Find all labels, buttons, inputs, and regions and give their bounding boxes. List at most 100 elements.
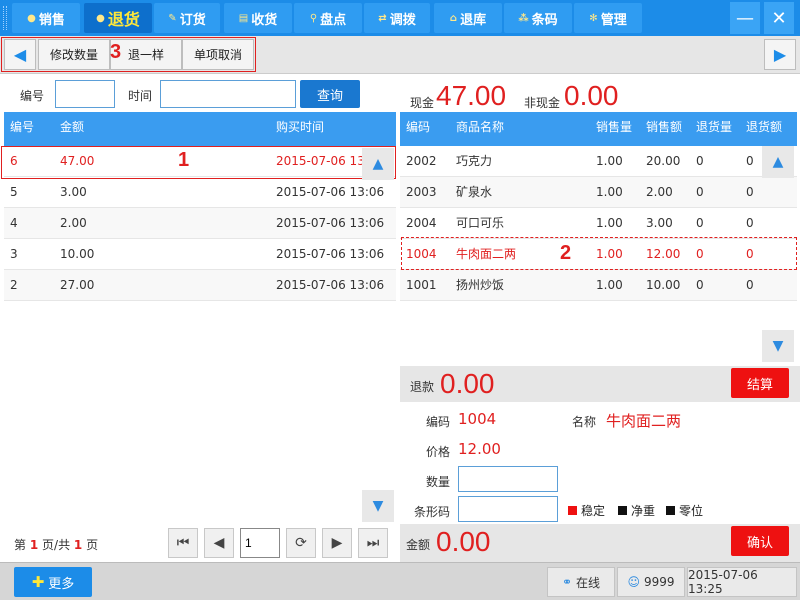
noncash-label: 非现金 xyxy=(524,96,561,110)
sale-icon: ● xyxy=(27,12,36,24)
marker-1: 1 xyxy=(178,149,190,171)
items-header: 编码 商品名称 销售量 销售额 退货量 退货额 xyxy=(400,112,797,146)
pager: 第 1 页/共 1 页 ⏮ ◀ ⟳ ▶ ⏭ xyxy=(4,522,396,562)
refresh-button[interactable]: ⟳ xyxy=(286,528,316,558)
nav-receive[interactable]: ▤ 收货 xyxy=(224,3,292,33)
nav-manage[interactable]: ✻ 管理 xyxy=(574,3,642,33)
first-page-icon: ⏮ xyxy=(176,535,190,551)
triangle-up-icon: ▲ xyxy=(772,154,784,170)
more-button[interactable]: ✚ 更多 xyxy=(14,567,92,597)
receive-icon: ▤ xyxy=(238,12,249,24)
legend-stable: 稳定 xyxy=(568,502,605,519)
page-input[interactable] xyxy=(240,528,280,558)
amount-value: 0.00 xyxy=(436,526,491,557)
col-name: 商品名称 xyxy=(456,120,505,134)
prev-page-button[interactable]: ◀ xyxy=(204,528,234,558)
confirm-button[interactable]: 确认 xyxy=(731,526,789,556)
marker-2: 2 xyxy=(560,242,572,264)
col-return-amount: 退货额 xyxy=(746,120,783,134)
selected-item-highlight xyxy=(401,237,797,270)
nav-grip xyxy=(3,6,7,30)
time-input[interactable] xyxy=(160,80,296,108)
cash-label: 现金 xyxy=(410,96,435,110)
refund-label: 退款 xyxy=(410,380,435,394)
nav-return[interactable]: ● 退货 xyxy=(84,3,152,33)
nav-transfer[interactable]: ⇄ 调拨 xyxy=(364,3,430,33)
legend-net-weight: 净重 xyxy=(618,502,655,519)
table-row[interactable]: 1001 扬州炒饭 1.00 10.00 0 0 xyxy=(400,270,797,301)
return-icon: ● xyxy=(96,12,105,24)
code-value: 1004 xyxy=(458,410,497,428)
table-row[interactable]: 2 27.00 2015-07-06 13:06 xyxy=(4,270,396,301)
first-page-button[interactable]: ⏮ xyxy=(168,528,198,558)
price-label: 价格 xyxy=(426,445,451,459)
qty-input[interactable] xyxy=(458,466,558,492)
online-status[interactable]: ⚭ 在线 xyxy=(547,567,615,597)
next-page-icon: ▶ xyxy=(331,535,343,551)
table-row[interactable]: 2003 矿泉水 1.00 2.00 0 0 xyxy=(400,177,797,208)
order-icon: ✎ xyxy=(168,12,177,24)
inventory-icon: ⚲ xyxy=(309,12,318,24)
nav-stock-return[interactable]: ⌂ 退库 xyxy=(434,3,502,33)
table-row[interactable]: 2004 可口可乐 1.00 3.00 0 0 xyxy=(400,208,797,239)
gear-icon: ✻ xyxy=(589,12,598,24)
col-id: 编号 xyxy=(10,120,35,134)
col-time: 购买时间 xyxy=(276,120,325,134)
query-button[interactable]: 查询 xyxy=(300,80,360,108)
code-label: 编码 xyxy=(426,415,451,429)
nav-order[interactable]: ✎ 订货 xyxy=(154,3,220,33)
barcode-icon: ⁂ xyxy=(518,12,529,24)
table-row[interactable]: 4 2.00 2015-07-06 13:06 xyxy=(4,208,396,239)
next-page-button[interactable]: ▶ xyxy=(322,528,352,558)
minimize-button[interactable]: — xyxy=(730,2,760,34)
col-return-qty: 退货量 xyxy=(696,120,733,134)
table-row[interactable]: 5 3.00 2015-07-06 13:06 xyxy=(4,177,396,208)
name-value: 牛肉面二两 xyxy=(606,412,682,430)
nav-barcode[interactable]: ⁂ 条码 xyxy=(504,3,572,33)
noncash-value: 0.00 xyxy=(564,80,619,111)
plus-icon: ✚ xyxy=(31,573,45,591)
triangle-right-icon: ▶ xyxy=(773,45,787,64)
order-panel: 编号 时间 查询 编号 金额 购买时间 6 47.00 2015-07-06 1… xyxy=(1,78,396,562)
toolbar-next-button[interactable]: ▶ xyxy=(764,39,796,70)
items-scroll-down-button[interactable]: ▼ xyxy=(762,330,794,362)
last-page-button[interactable]: ⏭ xyxy=(358,528,388,558)
orders-scroll-down-button[interactable]: ▼ xyxy=(362,490,394,522)
refund-bar: 退款 0.00 结算 xyxy=(400,366,800,402)
items-scroll-up-button[interactable]: ▲ xyxy=(762,146,794,178)
id-input[interactable] xyxy=(55,80,115,108)
toolbar: ◀ 修改数量 退一样 单项取消 3 ▶ xyxy=(0,36,800,74)
transfer-icon: ⇄ xyxy=(378,12,387,24)
datetime-status: 2015-07-06 13:25 xyxy=(687,567,797,597)
orders-scroll-up-button[interactable]: ▲ xyxy=(362,148,394,180)
return-detail-panel: 现金 47.00 非现金 0.00 编码 商品名称 销售量 销售额 退货量 退货… xyxy=(400,78,800,562)
amount-bar: 金额 0.00 确认 xyxy=(400,524,800,562)
user-status[interactable]: ☺ 9999 xyxy=(617,567,685,597)
search-row: 编号 时间 查询 xyxy=(4,78,396,112)
cash-value: 47.00 xyxy=(436,80,507,111)
table-row[interactable]: 3 10.00 2015-07-06 13:06 xyxy=(4,239,396,270)
col-code: 编码 xyxy=(406,120,431,134)
stock-return-icon: ⌂ xyxy=(449,12,458,24)
last-page-icon: ⏭ xyxy=(366,535,380,551)
selected-order-highlight xyxy=(1,146,396,179)
status-bar: ✚ 更多 ⚭ 在线 ☺ 9999 2015-07-06 13:25 xyxy=(0,562,800,600)
nav-inventory[interactable]: ⚲ 盘点 xyxy=(294,3,362,33)
barcode-label: 条形码 xyxy=(414,505,451,519)
marker-3: 3 xyxy=(110,41,122,63)
settle-button[interactable]: 结算 xyxy=(731,368,789,398)
col-sales: 销售额 xyxy=(646,120,683,134)
amount-label: 金额 xyxy=(406,538,431,552)
refund-value: 0.00 xyxy=(440,368,495,399)
nav-sale[interactable]: ● 销售 xyxy=(12,3,80,33)
orders-header: 编号 金额 购买时间 xyxy=(4,112,396,146)
id-label: 编号 xyxy=(20,89,45,103)
page-info: 第 1 页/共 1 页 xyxy=(14,538,99,552)
barcode-input[interactable] xyxy=(458,496,558,522)
time-label: 时间 xyxy=(128,89,153,103)
table-row[interactable]: 2002 巧克力 1.00 20.00 0 0 xyxy=(400,146,797,177)
square-icon xyxy=(618,506,627,515)
triangle-down-icon: ▼ xyxy=(772,338,784,354)
close-button[interactable]: ✕ xyxy=(764,2,794,34)
triangle-down-icon: ▼ xyxy=(372,498,384,514)
